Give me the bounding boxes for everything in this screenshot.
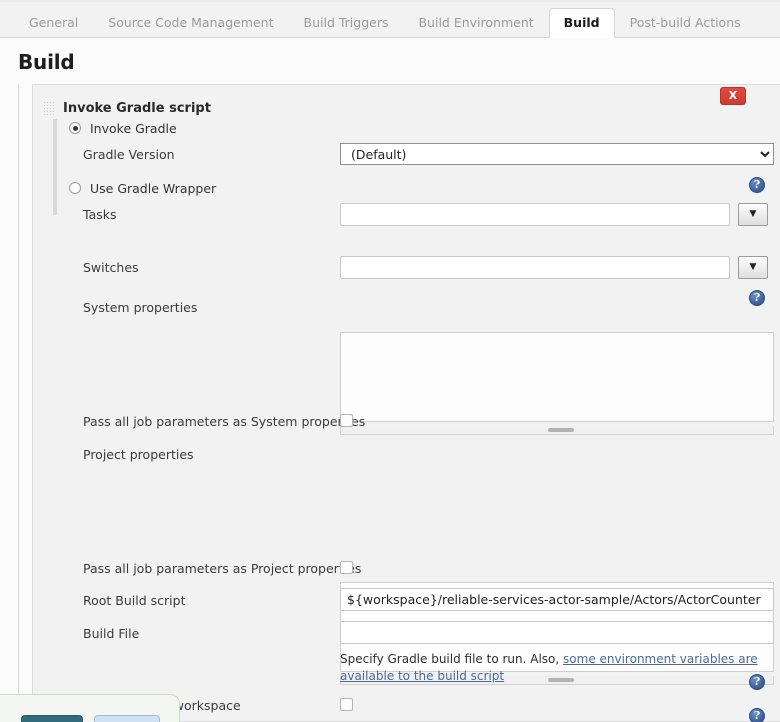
checkbox-pass-system-properties[interactable] bbox=[340, 414, 353, 427]
radio-row-use-gradle-wrapper[interactable]: Use Gradle Wrapper bbox=[69, 177, 216, 199]
tab-post-build-actions[interactable]: Post-build Actions bbox=[615, 8, 756, 39]
tasks-dropdown-button[interactable]: ▼ bbox=[738, 203, 768, 226]
radio-use-gradle-wrapper[interactable] bbox=[69, 182, 81, 194]
close-icon[interactable]: X bbox=[720, 87, 746, 105]
config-tab-bar: General Source Code Management Build Tri… bbox=[0, 0, 780, 38]
build-file-control bbox=[340, 621, 774, 644]
builders-container: Invoke Gradle script X ? Invoke Gradle ?… bbox=[18, 84, 780, 722]
label-switches: Switches bbox=[83, 260, 139, 275]
help-icon-tasks[interactable]: ? bbox=[749, 290, 765, 306]
pass-project-properties-control bbox=[340, 559, 353, 578]
switches-input[interactable] bbox=[340, 256, 730, 279]
page-title: Build bbox=[0, 38, 780, 84]
tab-build-triggers[interactable]: Build Triggers bbox=[289, 8, 404, 39]
build-file-input[interactable] bbox=[340, 621, 774, 644]
radio-invoke-gradle[interactable] bbox=[69, 122, 81, 134]
tasks-control: ▼ bbox=[340, 203, 768, 226]
label-build-file: Build File bbox=[83, 626, 139, 641]
gradle-version-control[interactable]: (Default) bbox=[340, 143, 774, 165]
root-build-script-control bbox=[340, 588, 774, 611]
label-gradle-version: Gradle Version bbox=[83, 147, 175, 162]
checkbox-workspace-home[interactable] bbox=[340, 698, 353, 711]
label-system-properties: System properties bbox=[83, 300, 197, 315]
workspace-home-control bbox=[340, 696, 353, 715]
invoke-gradle-script-panel: Invoke Gradle script X ? Invoke Gradle ?… bbox=[32, 84, 780, 722]
help-icon-builder[interactable]: ? bbox=[749, 177, 765, 193]
gradle-wrapper-radio-group: Use Gradle Wrapper bbox=[53, 177, 216, 217]
drag-handle-icon[interactable] bbox=[43, 101, 54, 116]
gradle-version-select[interactable]: (Default) bbox=[340, 143, 774, 165]
root-build-script-input[interactable] bbox=[340, 588, 774, 611]
system-properties-textarea[interactable] bbox=[340, 332, 774, 422]
radio-label-invoke-gradle: Invoke Gradle bbox=[90, 121, 177, 136]
tab-general[interactable]: General bbox=[14, 8, 93, 39]
switches-control: ▼ bbox=[340, 256, 768, 279]
switches-dropdown-button[interactable]: ▼ bbox=[738, 256, 768, 279]
label-pass-project-properties: Pass all job parameters as Project prope… bbox=[83, 561, 361, 576]
pass-system-properties-control bbox=[340, 412, 353, 431]
build-config-page: Build Invoke Gradle script X ? Invoke Gr… bbox=[0, 38, 780, 722]
label-pass-system-properties: Pass all job parameters as System proper… bbox=[83, 414, 365, 429]
build-file-hint: Specify Gradle build file to run. Also, … bbox=[340, 651, 780, 685]
label-project-properties: Project properties bbox=[83, 447, 194, 462]
tab-source-code-management[interactable]: Source Code Management bbox=[93, 8, 288, 39]
system-properties-control bbox=[340, 332, 780, 435]
radio-row-invoke-gradle[interactable]: Invoke Gradle bbox=[69, 117, 177, 139]
tab-build-environment[interactable]: Build Environment bbox=[403, 8, 548, 39]
apply-button[interactable]: Apply bbox=[94, 715, 160, 722]
tasks-input[interactable] bbox=[340, 203, 730, 226]
save-bar: Save Apply bbox=[0, 694, 180, 722]
system-properties-scrollbar[interactable] bbox=[340, 426, 774, 435]
label-tasks: Tasks bbox=[83, 207, 117, 222]
builder-title: Invoke Gradle script bbox=[63, 101, 211, 116]
help-icon-build-file[interactable]: ? bbox=[749, 708, 765, 722]
label-root-build-script: Root Build script bbox=[83, 593, 185, 608]
save-button[interactable]: Save bbox=[21, 715, 83, 722]
build-file-hint-text: Specify Gradle build file to run. Also, bbox=[340, 652, 563, 666]
checkbox-pass-project-properties[interactable] bbox=[340, 561, 353, 574]
tab-build[interactable]: Build bbox=[549, 8, 615, 39]
radio-label-use-gradle-wrapper: Use Gradle Wrapper bbox=[90, 181, 216, 196]
